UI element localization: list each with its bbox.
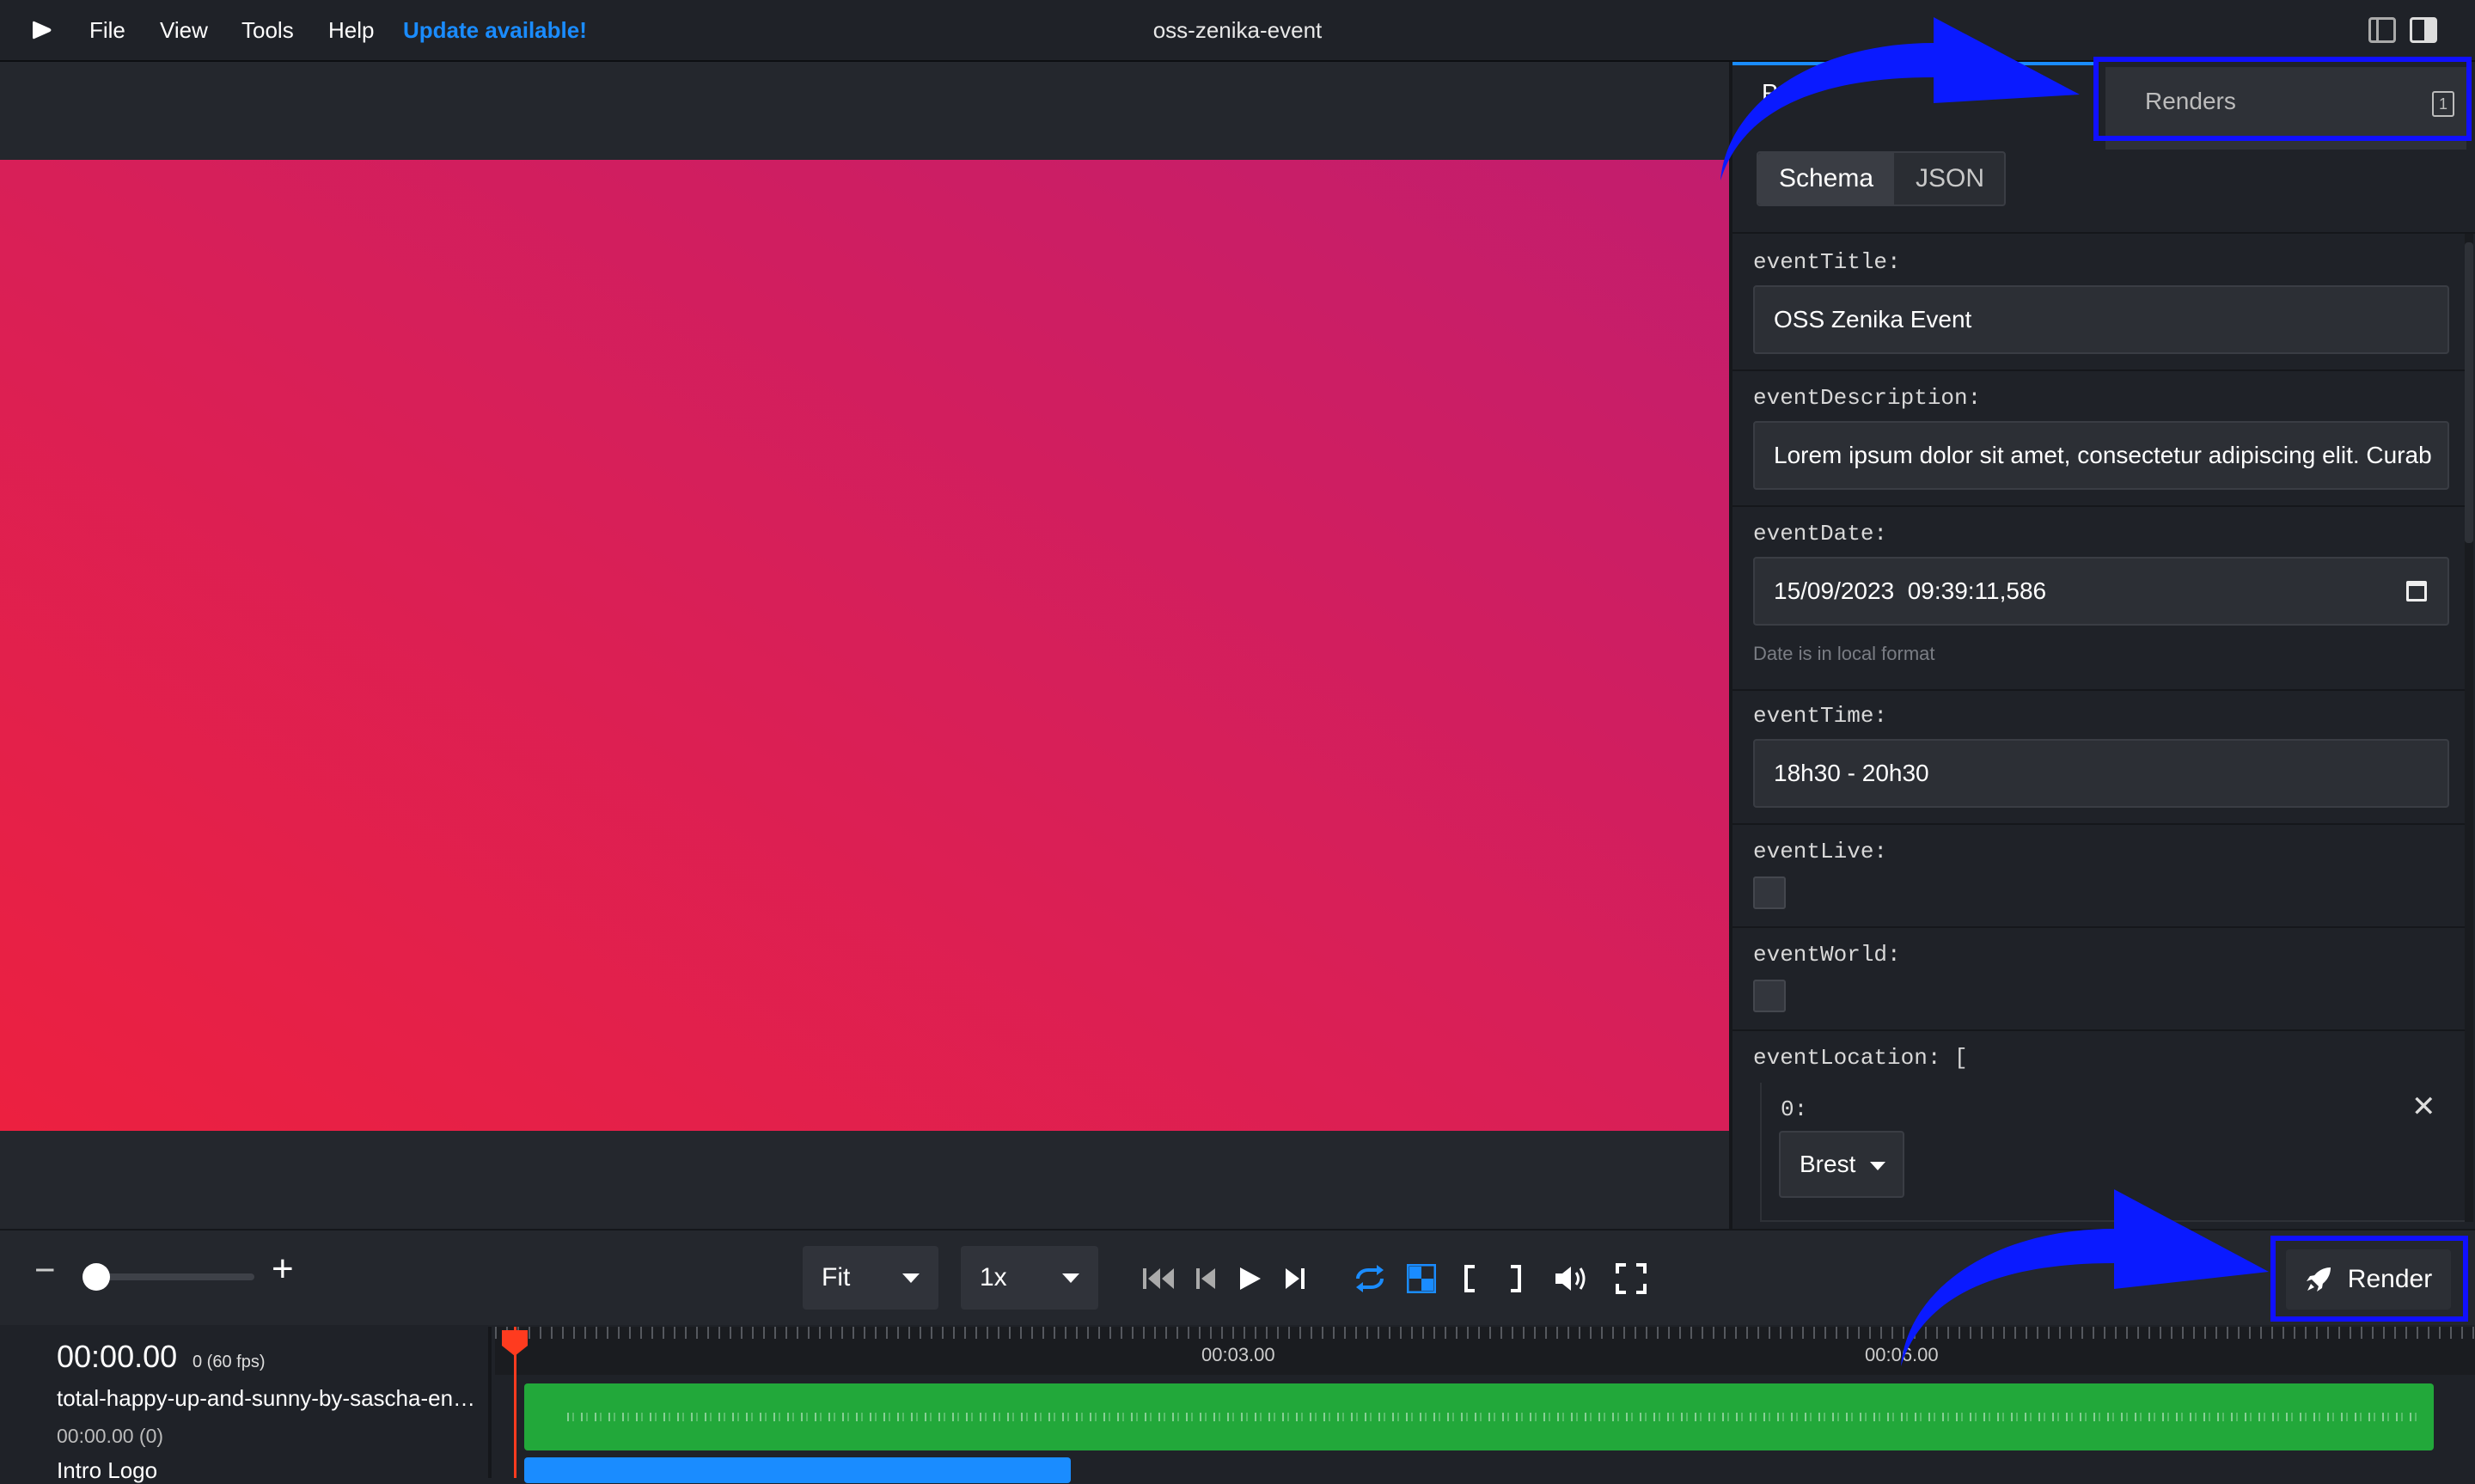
update-available-link[interactable]: Update available! (403, 0, 587, 60)
event-description-label: eventDescription: (1753, 385, 1982, 411)
step-back-icon[interactable] (1188, 1260, 1225, 1298)
ruler-label: 00:03.00 (1201, 1344, 1275, 1365)
divider (1732, 505, 2465, 507)
event-date-input[interactable]: 15/09/2023 09:39:11,586 (1753, 557, 2449, 626)
event-world-label: eventWorld: (1753, 942, 1901, 968)
calendar-icon[interactable] (2406, 581, 2427, 602)
renders-tab-highlight (2093, 57, 2472, 141)
menu-tools[interactable]: Tools (241, 0, 294, 60)
menu-bar: File View Tools Help Update available! o… (0, 0, 2475, 62)
zoom-out-button[interactable]: − (34, 1249, 56, 1291)
zoom-slider-handle[interactable] (82, 1263, 110, 1291)
zoom-in-button[interactable]: + (272, 1248, 294, 1291)
divider (1732, 689, 2465, 691)
playback-rate-value: 1x (980, 1263, 1007, 1292)
event-world-checkbox[interactable] (1753, 980, 1786, 1012)
playhead[interactable] (502, 1327, 528, 1478)
scrollbar-track[interactable] (2465, 234, 2473, 1222)
event-time-input[interactable]: 18h30 - 20h30 (1753, 739, 2449, 808)
toggle-left-panel-icon[interactable] (2368, 17, 2396, 43)
location-select-value: Brest (1800, 1151, 1856, 1177)
video-clip-intro-logo[interactable] (524, 1457, 1071, 1483)
scrollbar-thumb[interactable] (2465, 242, 2473, 543)
location-select[interactable]: Brest (1779, 1131, 1904, 1198)
audio-track-name: total-happy-up-and-sunny-by-sascha-en… (57, 1385, 476, 1411)
remove-item-icon[interactable]: ✕ (2411, 1090, 2436, 1124)
render-button-highlight (2270, 1236, 2468, 1322)
event-date-label: eventDate: (1753, 521, 1888, 547)
event-title-input[interactable]: OSS Zenika Event (1753, 285, 2449, 354)
event-live-label: eventLive: (1753, 839, 1888, 864)
size-select-value: Fit (822, 1263, 851, 1292)
current-frame: 0 (60 fps) (192, 1353, 266, 1371)
menu-view[interactable]: View (160, 0, 208, 60)
jump-to-start-icon[interactable] (1140, 1260, 1177, 1298)
divider (1732, 823, 2465, 825)
video-track-name: Intro Logo (57, 1457, 158, 1483)
playback-rate-select[interactable]: 1x (961, 1246, 1098, 1310)
volume-icon[interactable] (1552, 1260, 1590, 1298)
video-preview (0, 160, 1729, 1131)
out-point-icon[interactable] (1497, 1260, 1535, 1298)
divider (1732, 1029, 2465, 1031)
timeline-sidebar: 00:00.00 0 (60 fps) total-happy-up-and-s… (0, 1327, 492, 1483)
array-item-index: 0: (1781, 1096, 1808, 1122)
in-point-icon[interactable] (1451, 1260, 1488, 1298)
audio-track-time: 00:00.00 (0) (57, 1425, 164, 1447)
audio-waveform (567, 1413, 2423, 1421)
audio-clip[interactable] (524, 1383, 2434, 1450)
event-description-input[interactable]: Lorem ipsum dolor sit amet, consectetur … (1753, 421, 2449, 490)
chevron-down-icon (902, 1273, 920, 1283)
chevron-down-icon (1062, 1273, 1079, 1283)
step-forward-icon[interactable] (1275, 1260, 1313, 1298)
fullscreen-icon[interactable] (1612, 1260, 1650, 1298)
current-time: 00:00.00 (57, 1339, 178, 1374)
event-location-label: eventLocation: [ (1753, 1045, 1968, 1071)
loop-icon[interactable] (1351, 1260, 1389, 1298)
zoom-slider[interactable] (82, 1263, 254, 1291)
window-title: oss-zenika-event (1152, 17, 1323, 43)
event-title-label: eventTitle: (1753, 249, 1901, 275)
checkerboard-icon[interactable] (1402, 1260, 1440, 1298)
play-icon[interactable] (1231, 1260, 1268, 1298)
annotation-arrow-icon (1720, 17, 2080, 180)
toggle-right-panel-icon[interactable] (2410, 17, 2437, 43)
menu-file[interactable]: File (89, 0, 125, 60)
event-date-hint: Date is in local format (1753, 643, 1935, 664)
chevron-down-icon (1870, 1162, 1885, 1170)
event-live-checkbox[interactable] (1753, 876, 1786, 909)
divider (1732, 926, 2465, 928)
divider (1732, 369, 2465, 371)
app-logo-icon (31, 19, 53, 41)
annotation-arrow-icon (1901, 1189, 2269, 1366)
size-select[interactable]: Fit (803, 1246, 938, 1310)
props-panel: P Renders 1 Schema JSON eventTitle: OSS … (1729, 62, 2475, 1229)
divider (1732, 232, 2475, 234)
menu-help[interactable]: Help (328, 0, 374, 60)
event-time-label: eventTime: (1753, 703, 1888, 729)
